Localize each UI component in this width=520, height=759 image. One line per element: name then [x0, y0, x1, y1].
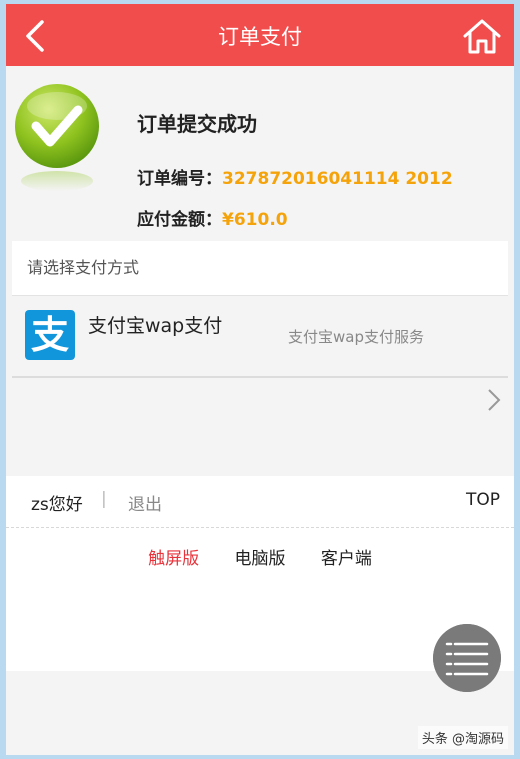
chevron-right-icon[interactable] [486, 388, 502, 412]
top-bar: 订单支付 [6, 4, 514, 66]
logout-link[interactable]: 退出 [128, 490, 162, 515]
menu-list-icon[interactable] [433, 624, 501, 692]
version-links: 触屏版 电脑版 客户端 [6, 544, 514, 569]
order-number-value: 327872016041114 2012 [222, 169, 453, 189]
touch-version-link[interactable]: 触屏版 [148, 544, 199, 569]
client-app-link[interactable]: 客户端 [321, 544, 372, 569]
order-amount-label: 应付金额： [137, 210, 222, 230]
back-to-top-link[interactable]: TOP [466, 490, 500, 510]
page-title: 订单支付 [218, 25, 302, 49]
payment-panel: 请选择支付方式 [12, 241, 508, 296]
user-greeting: zs您好 [31, 495, 83, 515]
home-icon[interactable] [462, 16, 502, 56]
payment-option-description: 支付宝wap支付服务 [288, 328, 424, 346]
order-amount-row: 应付金额：¥610.0 [137, 205, 288, 230]
order-number-label: 订单编号： [137, 169, 222, 189]
order-number-row: 订单编号：327872016041114 2012 [137, 164, 453, 189]
watermark-text: 头条 @淘源码 [417, 726, 508, 749]
footer-divider [6, 527, 514, 528]
order-success-title: 订单提交成功 [137, 112, 257, 136]
payment-prompt: 请选择支付方式 [12, 241, 508, 296]
alipay-icon: 支 [25, 310, 75, 360]
footer-separator: | [101, 489, 107, 509]
payment-option-alipay[interactable]: 支 支付宝wap支付 支付宝wap支付服务 [12, 298, 508, 378]
payment-option-name: 支付宝wap支付 [88, 315, 223, 337]
app-frame: 订单支付 订单提交成功 订单编号：327872016041114 2012 应付… [6, 4, 514, 755]
order-amount-value: ¥610.0 [222, 210, 288, 230]
success-check-icon [15, 84, 99, 191]
desktop-version-link[interactable]: 电脑版 [235, 544, 286, 569]
